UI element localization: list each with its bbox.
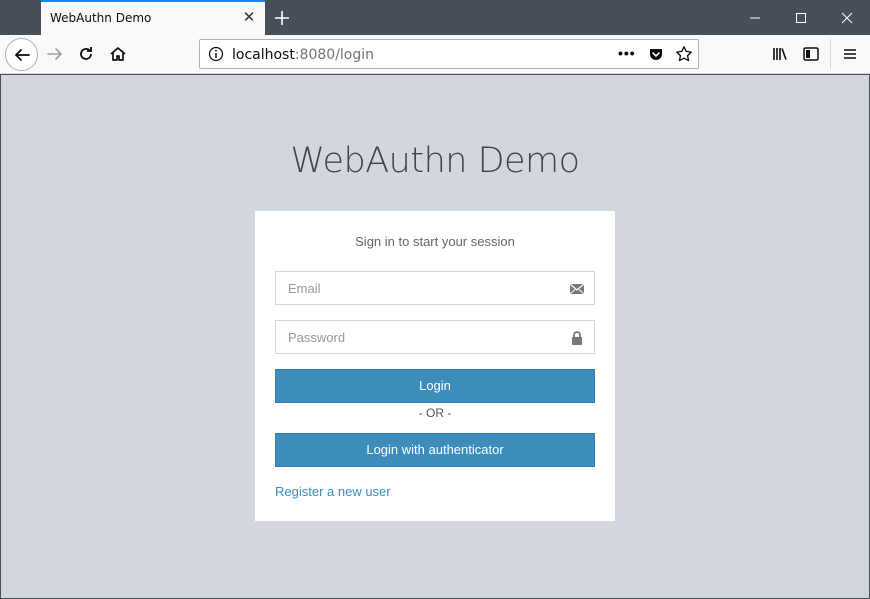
password-field[interactable] [276, 321, 556, 353]
password-field-group [275, 320, 595, 354]
menu-icon[interactable] [835, 39, 865, 69]
new-tab-icon[interactable] [270, 6, 294, 30]
envelope-icon [569, 281, 585, 297]
url-text: localhost:8080/login [232, 47, 374, 63]
browser-tab[interactable]: WebAuthn Demo ✕ [41, 0, 265, 35]
minimize-icon[interactable] [732, 0, 778, 35]
back-icon[interactable] [5, 38, 38, 71]
more-icon[interactable]: ••• [618, 45, 636, 61]
browser-navbar: localhost:8080/login ••• [0, 35, 870, 74]
page-content: WebAuthn Demo Sign in to start your sess… [1, 75, 869, 598]
or-separator: - OR - [418, 406, 452, 420]
url-bar[interactable]: localhost:8080/login ••• [199, 39, 699, 69]
page-title: WebAuthn Demo [290, 141, 580, 181]
toolbar-divider [830, 39, 831, 69]
sidebar-icon[interactable] [796, 39, 826, 69]
maximize-icon[interactable] [778, 0, 824, 35]
login-box: Sign in to start your session Login - OR… [255, 211, 615, 521]
login-box-message: Sign in to start your session [355, 234, 515, 249]
star-icon[interactable] [675, 45, 693, 68]
info-icon[interactable] [208, 46, 224, 67]
pocket-icon[interactable] [648, 46, 664, 67]
home-icon[interactable] [103, 39, 133, 69]
reload-icon[interactable] [71, 39, 101, 69]
url-path: :8080/login [294, 47, 375, 63]
forward-icon[interactable] [40, 39, 70, 69]
browser-titlebar: WebAuthn Demo ✕ [0, 0, 870, 35]
tab-close-icon[interactable]: ✕ [241, 10, 257, 26]
login-with-authenticator-button[interactable]: Login with authenticator [275, 433, 595, 467]
window-close-icon[interactable] [824, 0, 870, 35]
url-host: localhost [232, 47, 295, 63]
register-link[interactable]: Register a new user [275, 484, 391, 499]
login-button[interactable]: Login [275, 369, 595, 403]
tab-title: WebAuthn Demo [50, 11, 152, 25]
email-field-group [275, 271, 595, 305]
lock-icon [569, 330, 585, 346]
library-icon[interactable] [765, 39, 795, 69]
email-field[interactable] [276, 272, 556, 304]
